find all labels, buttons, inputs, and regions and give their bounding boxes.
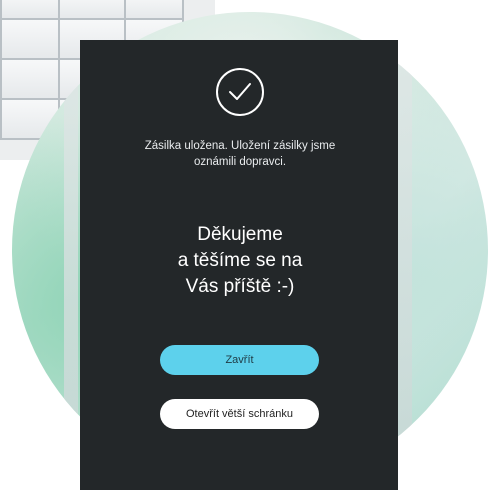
kiosk-frame-left (64, 52, 78, 452)
thank-you-heading: Děkujeme a těšíme se na Vás příště :-) (120, 222, 360, 300)
locker-cell (58, 0, 126, 20)
locker-cell (0, 0, 60, 20)
locker-cell (124, 0, 184, 20)
kiosk-scene: Zásilka uložena. Uložení zásilky jsme oz… (0, 0, 489, 490)
thank-you-line-2: a těšíme se na (177, 250, 303, 271)
thank-you-line-3: Vás příště :-) (185, 276, 295, 297)
locker-cell (0, 58, 60, 100)
saved-confirmation-message: Zásilka uložena. Uložení zásilky jsme oz… (112, 138, 368, 170)
locker-cell (0, 18, 60, 60)
close-button[interactable]: Zavřít (160, 345, 319, 375)
check-circle-icon (216, 68, 264, 116)
saved-message-line-2: oznámili dopravci. (193, 156, 287, 168)
checkmark-icon (229, 83, 251, 100)
thank-you-line-1: Děkujeme (197, 224, 283, 245)
open-bigger-box-button[interactable]: Otevřít větší schránku (160, 399, 319, 429)
saved-message-line-1: Zásilka uložena. Uložení zásilky jsme (144, 140, 336, 152)
kiosk-frame-right (398, 52, 412, 452)
